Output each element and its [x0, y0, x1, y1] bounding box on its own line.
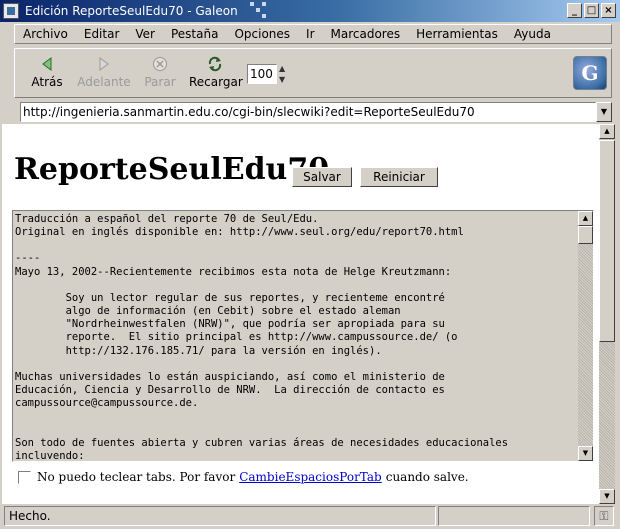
stop-label: Parar: [144, 75, 176, 89]
menu-opciones[interactable]: Opciones: [234, 27, 290, 41]
menu-bar: Archivo Editar Ver Pestaña Opciones Ir M…: [14, 24, 612, 44]
toolbar: Atrás Adelante Parar Recargar 100 ▲ ▼ G: [14, 48, 612, 98]
zoom-input[interactable]: 100: [247, 64, 277, 84]
page-scroll-up-icon[interactable]: ▲: [599, 124, 615, 139]
save-button[interactable]: Salvar: [292, 167, 352, 187]
page-scroll-thumb[interactable]: [599, 140, 615, 342]
scroll-up-icon[interactable]: ▲: [578, 211, 593, 226]
close-button[interactable]: ×: [601, 3, 616, 18]
reload-icon: [189, 53, 241, 75]
menu-pestana[interactable]: Pestaña: [171, 27, 218, 41]
scroll-down-icon[interactable]: ▼: [578, 446, 593, 461]
url-input[interactable]: http://ingenieria.sanmartin.edu.co/cgi-b…: [20, 102, 596, 122]
textarea-scrollbar[interactable]: ▲ ▼: [578, 211, 593, 461]
menu-marcadores[interactable]: Marcadores: [331, 27, 401, 41]
page-title: ReporteSeulEdu70: [14, 152, 330, 187]
window-title: Edición ReporteSeulEdu70 - Galeon: [25, 4, 238, 18]
menu-ayuda[interactable]: Ayuda: [514, 27, 551, 41]
stop-button[interactable]: Parar: [143, 53, 177, 89]
page-scroll-down-icon[interactable]: ▼: [599, 489, 615, 504]
zoom-spinner-icon[interactable]: ▲ ▼: [279, 63, 285, 85]
security-lock-icon[interactable]: ⚿: [594, 506, 614, 526]
progress-bar: [438, 506, 590, 526]
back-arrow-icon: [29, 53, 65, 75]
tabs-checkbox[interactable]: [18, 470, 31, 484]
stop-icon: [143, 53, 177, 75]
page-scrollbar[interactable]: ▲ ▼: [599, 124, 615, 504]
textarea-content[interactable]: Traducción a español del reporte 70 de S…: [15, 213, 579, 459]
titlebar-decoration: [250, 2, 270, 20]
forward-arrow-icon: [77, 53, 131, 75]
back-button[interactable]: Atrás: [29, 53, 65, 89]
forward-button[interactable]: Adelante: [77, 53, 131, 89]
minimize-button[interactable]: _: [567, 3, 582, 18]
tabs-note-after: cuando salve.: [385, 470, 469, 484]
tabs-note: No puedo teclear tabs. Por favor CambieE…: [18, 470, 469, 484]
window-menu-icon[interactable]: [3, 3, 19, 19]
status-bar: Hecho. ⚿: [2, 505, 618, 527]
textarea-scroll-thumb[interactable]: [578, 226, 593, 244]
title-bar: Edición ReporteSeulEdu70 - Galeon _ □ ×: [0, 0, 620, 22]
tabs-note-text: No puedo teclear tabs. Por favor: [37, 470, 236, 484]
reset-button[interactable]: Reiniciar: [360, 167, 438, 187]
galeon-logo-icon: G: [573, 56, 607, 90]
menu-herramientas[interactable]: Herramientas: [416, 27, 498, 41]
status-text: Hecho.: [4, 506, 436, 526]
cambie-espacios-link[interactable]: CambieEspaciosPorTab: [239, 470, 382, 484]
maximize-button[interactable]: □: [584, 3, 599, 18]
url-bar: http://ingenieria.sanmartin.edu.co/cgi-b…: [14, 102, 612, 122]
reload-label: Recargar: [189, 75, 243, 89]
reload-button[interactable]: Recargar: [189, 53, 243, 89]
menu-ir[interactable]: Ir: [306, 27, 314, 41]
back-label: Atrás: [31, 75, 63, 89]
edit-textarea[interactable]: Traducción a español del reporte 70 de S…: [12, 210, 594, 462]
menu-editar[interactable]: Editar: [84, 27, 120, 41]
menu-ver[interactable]: Ver: [135, 27, 155, 41]
forward-label: Adelante: [77, 75, 131, 89]
menu-archivo[interactable]: Archivo: [23, 27, 68, 41]
page-viewport: ReporteSeulEdu70 Salvar Reiniciar Traduc…: [2, 124, 599, 504]
url-dropdown-button[interactable]: ▼: [596, 102, 612, 122]
